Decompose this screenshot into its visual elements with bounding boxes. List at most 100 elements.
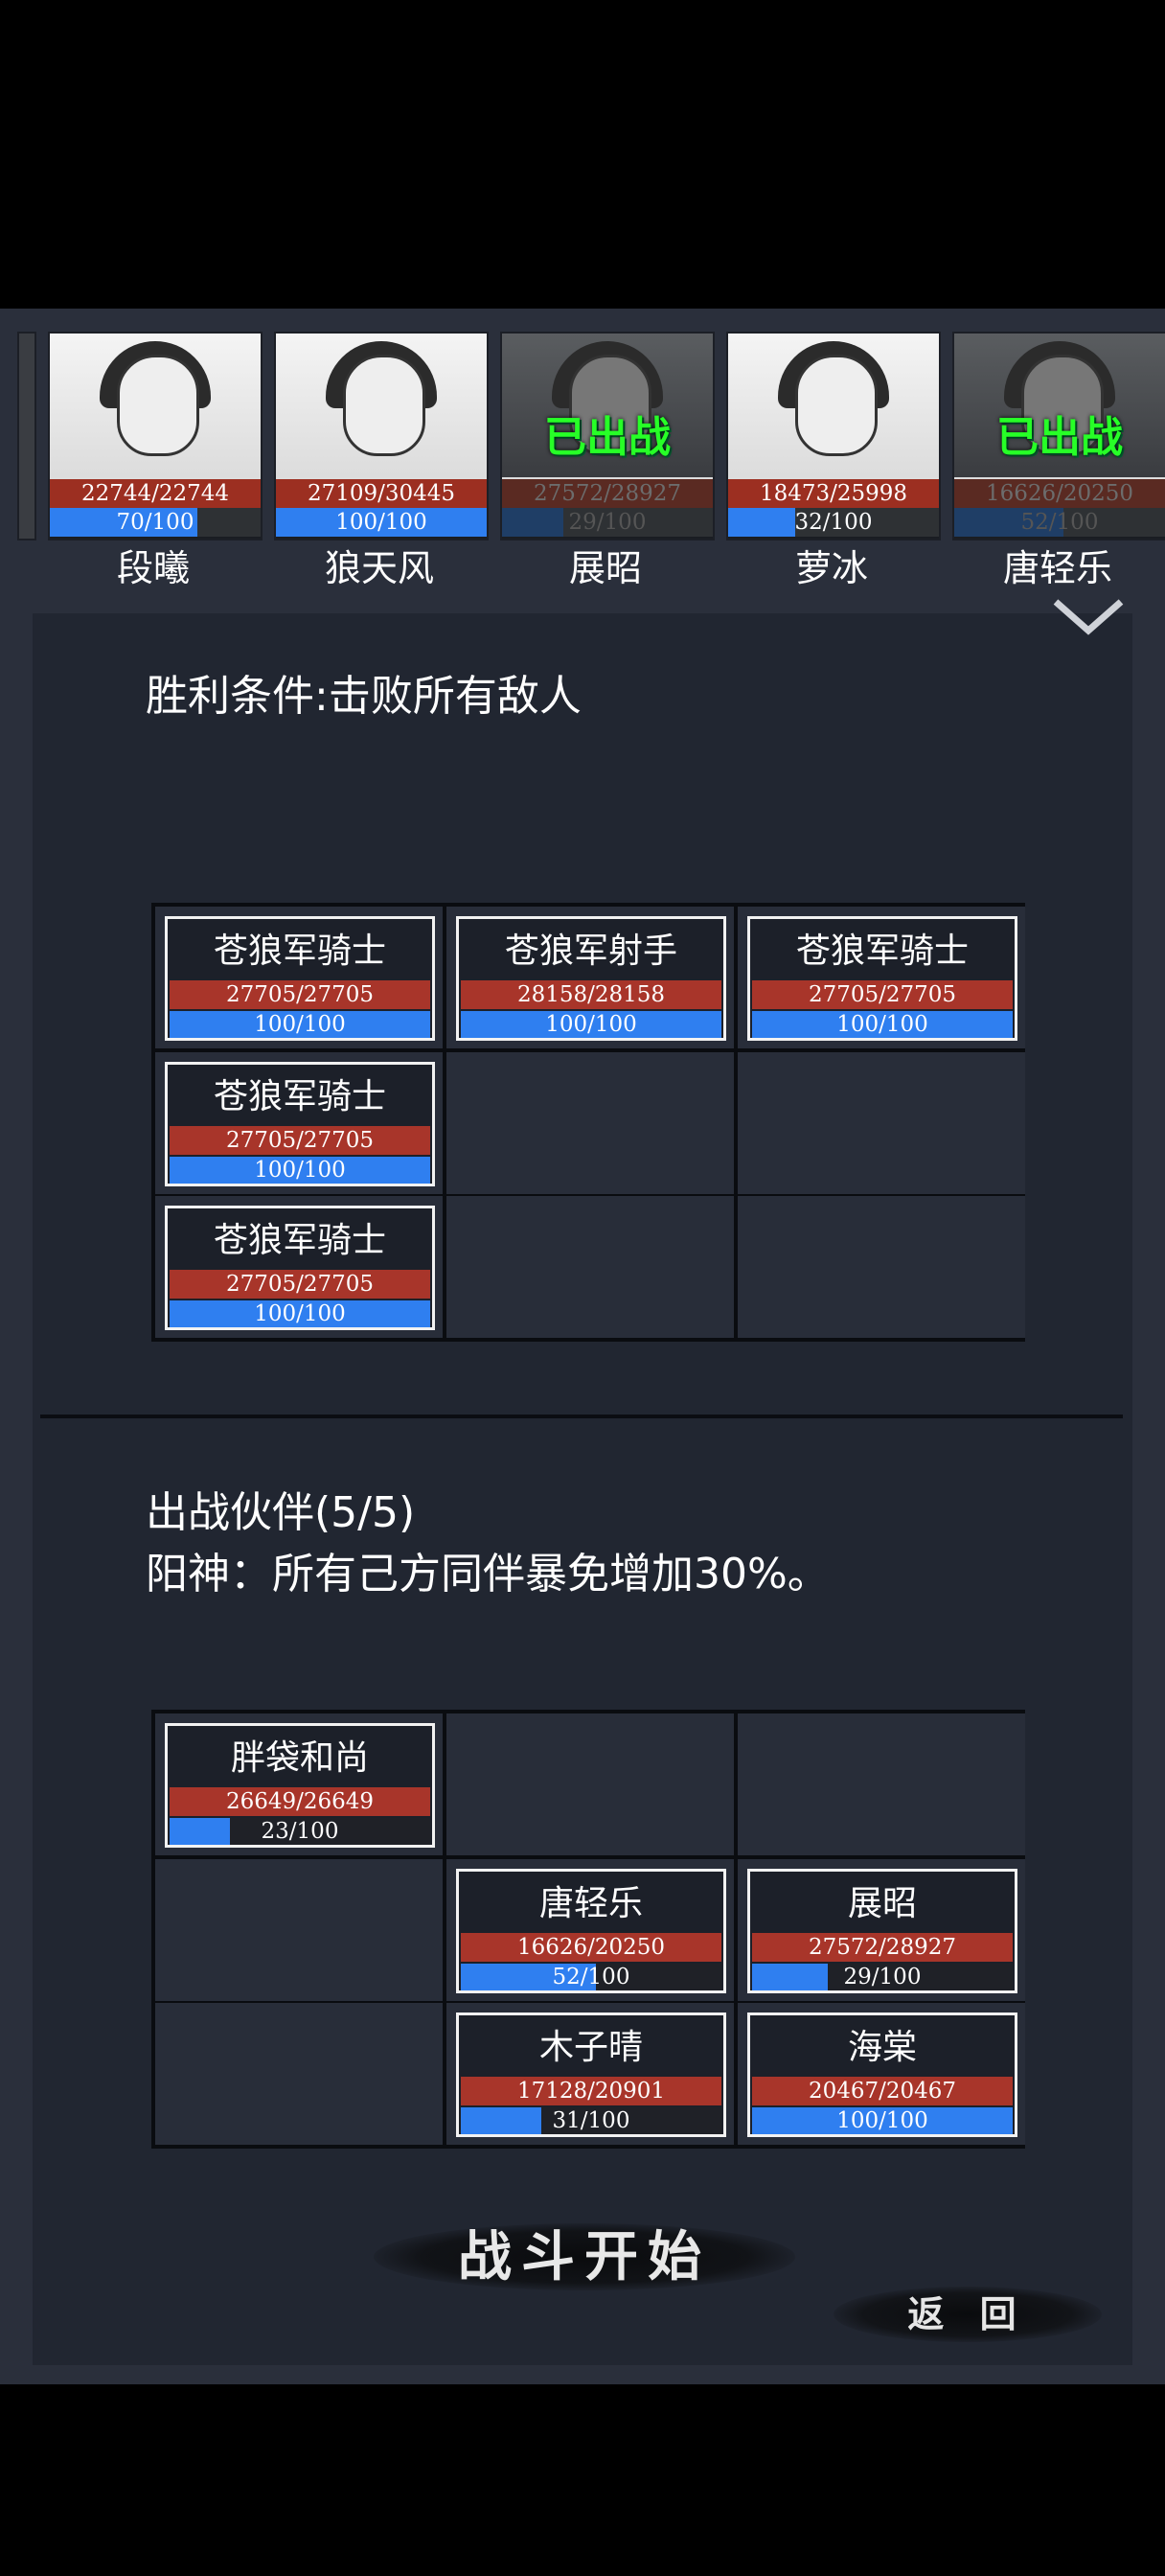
mp-bar: 29/100: [752, 1964, 1013, 1990]
hp-text: 27705/27705: [808, 982, 957, 1007]
unit-name: 苍狼军射手: [504, 932, 677, 971]
section-divider: [40, 1414, 1123, 1418]
hp-text: 18473/25998: [759, 481, 908, 506]
party-cell-empty[interactable]: [738, 1714, 1025, 1855]
hp-text: 27109/30445: [307, 481, 456, 506]
enemy-cell-empty: [446, 1196, 734, 1338]
back-label: 返 回: [907, 2292, 1028, 2335]
hp-bar: 28158/28158: [461, 980, 721, 1009]
mp-bar: 100/100: [461, 1011, 721, 1038]
hp-text: 28158/28158: [516, 982, 666, 1007]
roster-card-0[interactable]: 22744/22744 70/100: [48, 332, 263, 540]
enemy-cell-empty: [738, 1052, 1025, 1194]
portrait: [728, 334, 939, 477]
portrait: [276, 334, 487, 477]
party-cell[interactable]: 展昭 27572/28927 29/100: [738, 1859, 1025, 2001]
enemy-cell: 苍狼军骑士 27705/27705 100/100: [738, 907, 1025, 1048]
roster-name-2: 展昭: [568, 547, 642, 589]
party-cell[interactable]: 木子晴 17128/20901 31/100: [446, 2003, 734, 2145]
hp-text: 20467/20467: [808, 2079, 957, 2104]
enemy-cell: 苍狼军骑士 27705/27705 100/100: [155, 1196, 443, 1338]
hp-text: 27705/27705: [225, 1272, 375, 1297]
party-cell[interactable]: 胖袋和尚 26649/26649 23/100: [155, 1714, 443, 1855]
enemy-unit-card[interactable]: 苍狼军骑士 27705/27705 100/100: [165, 1062, 435, 1186]
mp-bar: 52/100: [461, 1964, 721, 1990]
enemy-unit-card[interactable]: 苍狼军骑士 27705/27705 100/100: [165, 916, 435, 1041]
party-title: 出战伙伴(5/5): [146, 1488, 416, 1537]
mp-text: 29/100: [568, 510, 647, 535]
hp-text: 16626/20250: [516, 1935, 666, 1960]
unit-name: 胖袋和尚: [230, 1738, 369, 1778]
enemy-formation-grid: 苍狼军骑士 27705/27705 100/100 苍狼军射手 28158/28…: [151, 903, 1025, 1342]
roster-card-2[interactable]: 已出战 27572/28927 29/100: [500, 332, 715, 540]
hp-bar: 27705/27705: [170, 980, 430, 1009]
party-cell-empty[interactable]: [155, 2003, 443, 2145]
back-button[interactable]: 返 回: [834, 2271, 1102, 2358]
mp-text: 52/100: [1020, 510, 1099, 535]
mp-bar: 23/100: [170, 1818, 430, 1845]
top-black-bar: [0, 0, 1165, 309]
hp-text: 26649/26649: [225, 1789, 375, 1814]
mp-text: 100/100: [254, 1301, 346, 1326]
roster-name-3: 萝冰: [794, 547, 868, 589]
roster-card-1[interactable]: 27109/30445 100/100: [274, 332, 489, 540]
roster-card-3[interactable]: 18473/25998 32/100: [726, 332, 941, 540]
mp-text: 100/100: [335, 510, 427, 535]
party-unit-card[interactable]: 海棠 20467/20467 100/100: [747, 2012, 1017, 2137]
mp-text: 23/100: [261, 1819, 339, 1844]
hp-bar: 20467/20467: [752, 2077, 1013, 2105]
victory-condition: 胜利条件:击败所有敌人: [146, 672, 582, 721]
party-cell-empty[interactable]: [155, 1859, 443, 2001]
party-cell[interactable]: 海棠 20467/20467 100/100: [738, 2003, 1025, 2145]
roster-edge-card: [17, 332, 36, 540]
mp-text: 100/100: [836, 2108, 928, 2133]
mp-bar: 100/100: [752, 2107, 1013, 2134]
unit-name: 唐轻乐: [538, 1884, 643, 1923]
unit-name: 苍狼军骑士: [213, 932, 386, 971]
enemy-unit-card[interactable]: 苍狼军骑士 27705/27705 100/100: [747, 916, 1017, 1041]
hp-bar: 27705/27705: [170, 1270, 430, 1299]
mp-text: 100/100: [545, 1012, 637, 1037]
mp-bar: 52/100: [954, 508, 1165, 537]
party-formation-grid: 胖袋和尚 26649/26649 23/100 唐轻乐 16626/20250 …: [151, 1710, 1025, 2149]
hp-text: 27705/27705: [225, 982, 375, 1007]
mp-text: 52/100: [552, 1965, 630, 1990]
mp-bar: 100/100: [170, 1011, 430, 1038]
party-unit-card[interactable]: 胖袋和尚 26649/26649 23/100: [165, 1723, 435, 1848]
enemy-cell: 苍狼军射手 28158/28158 100/100: [446, 907, 734, 1048]
enemy-cell-empty: [446, 1052, 734, 1194]
roster-name-1: 狼天风: [324, 547, 434, 589]
deployed-label: 已出战: [996, 413, 1123, 462]
unit-name: 苍狼军骑士: [213, 1077, 386, 1116]
unit-name: 海棠: [847, 2028, 917, 2067]
portrait: [50, 334, 261, 477]
roster-name-0: 段曦: [116, 547, 190, 589]
mp-bar: 100/100: [752, 1011, 1013, 1038]
party-buff: 阳神：所有己方同伴暴免增加30%。: [146, 1550, 830, 1598]
start-battle-label: 战斗开始: [458, 2225, 711, 2288]
hp-bar: 27705/27705: [752, 980, 1013, 1009]
unit-name: 苍狼军骑士: [213, 1221, 386, 1260]
hp-text: 22744/22744: [80, 481, 230, 506]
mp-text: 100/100: [254, 1012, 346, 1037]
unit-name: 苍狼军骑士: [795, 932, 969, 971]
deployed-label: 已出战: [544, 413, 671, 462]
hp-bar: 17128/20901: [461, 2077, 721, 2105]
enemy-unit-card[interactable]: 苍狼军骑士 27705/27705 100/100: [165, 1206, 435, 1330]
hp-text: 27705/27705: [225, 1128, 375, 1153]
start-battle-button[interactable]: 战斗开始: [374, 2204, 795, 2310]
enemy-unit-card[interactable]: 苍狼军射手 28158/28158 100/100: [456, 916, 726, 1041]
party-unit-card[interactable]: 唐轻乐 16626/20250 52/100: [456, 1869, 726, 1993]
chevron-down-icon[interactable]: [1050, 596, 1127, 640]
party-unit-card[interactable]: 木子晴 17128/20901 31/100: [456, 2012, 726, 2137]
hp-bar: 22744/22744: [50, 477, 261, 508]
party-unit-card[interactable]: 展昭 27572/28927 29/100: [747, 1869, 1017, 1993]
mp-text: 100/100: [254, 1158, 346, 1183]
enemy-cell: 苍狼军骑士 27705/27705 100/100: [155, 907, 443, 1048]
hp-bar: 16626/20250: [954, 477, 1165, 508]
party-cell-empty[interactable]: [446, 1714, 734, 1855]
party-cell[interactable]: 唐轻乐 16626/20250 52/100: [446, 1859, 734, 2001]
roster-card-4[interactable]: 已出战 16626/20250 52/100: [952, 332, 1165, 540]
mp-text: 100/100: [836, 1012, 928, 1037]
hp-text: 17128/20901: [516, 2079, 666, 2104]
